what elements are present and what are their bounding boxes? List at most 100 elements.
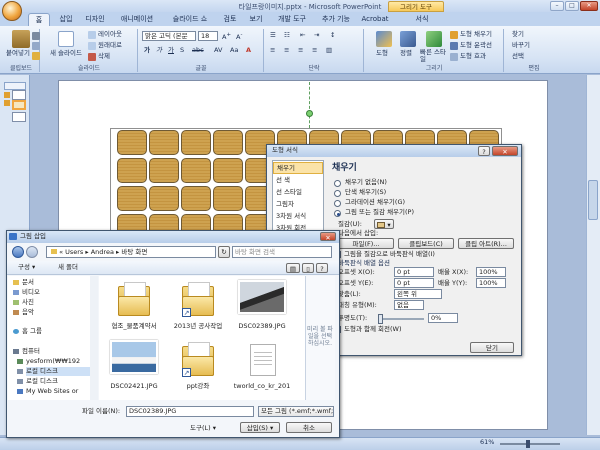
- bold-button[interactable]: 가: [144, 46, 150, 55]
- select-button[interactable]: 선택: [512, 52, 524, 61]
- help-button-insert[interactable]: ?: [316, 263, 328, 273]
- nav-line-style[interactable]: 선 스타일: [273, 187, 323, 197]
- tab-home[interactable]: 홈: [28, 13, 50, 26]
- scroll-thumb[interactable]: [588, 180, 598, 220]
- numbering-button[interactable]: ☷: [284, 31, 290, 40]
- address-bar[interactable]: « Users ▸ Andrea ▸ 바탕 화면: [46, 246, 216, 258]
- line-spacing-button[interactable]: ↕: [330, 31, 335, 40]
- tile-shape[interactable]: [213, 130, 243, 155]
- refresh-button[interactable]: ↻: [218, 246, 230, 258]
- tools-button[interactable]: 도구(L) ▾: [190, 424, 216, 433]
- preview-pane-button[interactable]: ▯: [302, 263, 314, 273]
- vertical-scrollbar[interactable]: [586, 75, 600, 435]
- photo-thumbnail[interactable]: [238, 280, 286, 314]
- tile-shape[interactable]: [149, 186, 179, 211]
- increase-indent-button[interactable]: ⇥: [314, 31, 319, 40]
- format-dialog-close-button[interactable]: 닫기: [470, 342, 514, 353]
- paste-icon[interactable]: [12, 30, 30, 48]
- slide-thumbnail[interactable]: [12, 90, 26, 100]
- cut-icon[interactable]: [32, 32, 40, 40]
- find-button[interactable]: 찾기: [512, 30, 524, 39]
- forward-button[interactable]: [26, 246, 38, 258]
- insert-clipart-button[interactable]: 클립 아트(R)...: [458, 238, 514, 249]
- tile-shape[interactable]: [149, 130, 179, 155]
- new-folder-button[interactable]: 새 폴더: [58, 263, 78, 272]
- view-options-button[interactable]: ▤: [286, 263, 300, 273]
- nav-homegroup[interactable]: 홈 그룹: [22, 327, 42, 336]
- zoom-slider[interactable]: [500, 443, 560, 445]
- tile-shape[interactable]: [181, 186, 211, 211]
- tab-developer[interactable]: 개발 도구: [272, 13, 312, 26]
- folder-icon[interactable]: ↗: [178, 280, 218, 320]
- new-slide-button[interactable]: 새 슬라이드: [50, 49, 82, 58]
- nav-music[interactable]: 음악: [22, 308, 34, 317]
- insert-clipboard-button[interactable]: 클립보드(C): [398, 238, 454, 249]
- maximize-button[interactable]: □: [565, 1, 579, 11]
- tab-view[interactable]: 보기: [244, 13, 268, 26]
- tab-design[interactable]: 디자인: [80, 13, 110, 26]
- replace-button[interactable]: 바꾸기: [512, 41, 530, 50]
- file-type-filter[interactable]: 모든 그림 (*.emf;*.wmf;*.jpg;*.: [258, 406, 334, 417]
- columns-button[interactable]: ▥: [326, 46, 332, 55]
- new-slide-icon[interactable]: [58, 31, 74, 47]
- shapes-icon[interactable]: [376, 31, 392, 47]
- arrange-button[interactable]: 정렬: [400, 49, 412, 58]
- breadcrumb-desktop[interactable]: 바탕 화면: [121, 248, 147, 256]
- underline-button[interactable]: 가: [168, 46, 174, 55]
- insert-file-button[interactable]: 파일(F)...: [338, 238, 394, 249]
- cancel-button[interactable]: 취소: [286, 422, 332, 433]
- font-size-box[interactable]: 18: [198, 31, 218, 41]
- tile-shape[interactable]: [181, 130, 211, 155]
- slide-thumbnail[interactable]: [12, 112, 26, 122]
- document-icon[interactable]: [242, 340, 282, 380]
- copy-icon[interactable]: [32, 42, 40, 50]
- nav-local-disk-c[interactable]: 로컬 디스크: [26, 367, 96, 376]
- filename-input[interactable]: DSC02389.JPG: [126, 406, 254, 417]
- back-button[interactable]: [12, 246, 24, 258]
- tab-animation[interactable]: 애니메이션: [112, 13, 162, 26]
- align-dropdown[interactable]: 왼쪽 위: [394, 289, 442, 299]
- italic-button[interactable]: 가: [156, 46, 162, 55]
- tile-shape[interactable]: [213, 186, 243, 211]
- char-spacing-button[interactable]: AV: [214, 46, 222, 55]
- texture-picker[interactable]: ▾: [374, 219, 394, 229]
- breadcrumb-andrea[interactable]: Andrea: [91, 248, 114, 256]
- offset-y-field[interactable]: 0 pt: [394, 278, 434, 288]
- organize-button[interactable]: 구성 ▾: [18, 263, 35, 272]
- quick-styles-button[interactable]: 빠른 스타일: [420, 49, 448, 63]
- reset-button[interactable]: 원래대로: [98, 41, 122, 50]
- tile-shape[interactable]: [213, 158, 243, 183]
- justify-button[interactable]: ≡: [312, 46, 317, 55]
- shape-effects-button[interactable]: 도형 효과: [460, 52, 486, 61]
- folder-icon[interactable]: [114, 280, 154, 320]
- tab-format[interactable]: 서식: [410, 13, 434, 26]
- help-button[interactable]: ?: [478, 146, 490, 156]
- scale-x-field[interactable]: 100%: [476, 267, 506, 277]
- align-left-button[interactable]: ≡: [270, 46, 275, 55]
- nav-documents[interactable]: 문서: [22, 278, 34, 287]
- change-case-button[interactable]: Aa: [230, 46, 238, 55]
- scale-y-field[interactable]: 100%: [476, 278, 506, 288]
- nav-scrollbar[interactable]: [90, 276, 98, 400]
- shape-outline-button[interactable]: 도형 윤곽선: [460, 41, 492, 50]
- transparency-slider-thumb[interactable]: [378, 314, 383, 324]
- layout-button[interactable]: 레이아웃: [98, 30, 122, 39]
- bullets-button[interactable]: ☰: [270, 31, 276, 40]
- tile-shape[interactable]: [149, 158, 179, 183]
- insert-button[interactable]: 삽입(S) ▾: [240, 422, 280, 433]
- tab-slideshow[interactable]: 슬라이드 쇼: [164, 13, 216, 26]
- nav-pictures[interactable]: 사진: [22, 298, 34, 307]
- nav-videos[interactable]: 비디오: [22, 288, 40, 297]
- align-right-button[interactable]: ≡: [298, 46, 303, 55]
- radio-solid-fill[interactable]: [334, 190, 341, 197]
- close-button[interactable]: ✕: [580, 1, 598, 11]
- mirror-dropdown[interactable]: 없음: [394, 300, 424, 310]
- shapes-button[interactable]: 도형: [376, 49, 388, 58]
- tile-shape[interactable]: [117, 130, 147, 155]
- panel-tabs[interactable]: [4, 82, 26, 90]
- shape-fill-button[interactable]: 도형 채우기: [460, 30, 492, 39]
- align-center-button[interactable]: ≡: [284, 46, 289, 55]
- nav-web-sites[interactable]: My Web Sites or: [26, 387, 96, 396]
- strikethrough-button[interactable]: abc: [192, 46, 204, 55]
- nav-local-disk-d[interactable]: 로컬 디스크: [26, 377, 96, 386]
